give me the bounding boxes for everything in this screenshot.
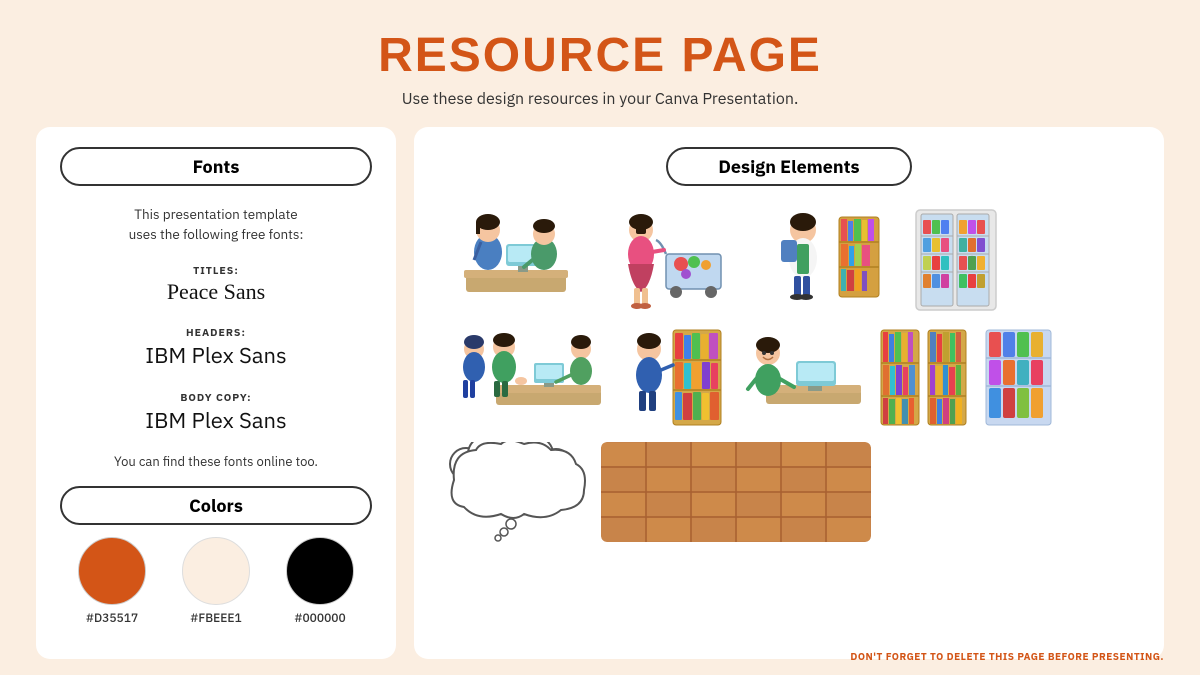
page-subtitle: Use these design resources in your Canva… [402, 89, 799, 109]
canned-goods-illus [981, 325, 1056, 430]
color-hex-black: #000000 [294, 611, 345, 626]
fonts-description: This presentation templateuses the follo… [129, 204, 304, 245]
right-panel: Design Elements [414, 127, 1164, 659]
person-shelves-illus [621, 325, 726, 430]
swatch-orange: #D35517 [78, 537, 146, 626]
body-font-entry: BODY COPY: IBM Plex Sans [145, 386, 286, 435]
left-panel: Fonts This presentation templateuses the… [36, 127, 396, 659]
swatch-black: #000000 [286, 537, 354, 626]
body-font-name: IBM Plex Sans [145, 406, 286, 435]
bookshelf-display-illus [876, 325, 971, 430]
display-case-illus [901, 202, 1011, 317]
thought-bubble-illus [436, 442, 591, 542]
headers-font-name: IBM Plex Sans [145, 341, 286, 370]
page-title: RESOURCE PAGE [378, 28, 822, 83]
design-grid [436, 202, 1142, 643]
tiled-floor-illus [601, 442, 871, 542]
body-font-label: BODY COPY: [180, 390, 251, 404]
cashier-register-illus [736, 325, 866, 430]
title-font-entry: TITLES: Peace Sans [167, 259, 265, 305]
main-content: Fonts This presentation templateuses the… [36, 127, 1164, 659]
design-elements-title: Design Elements [666, 147, 911, 186]
store-clerk-illus [761, 202, 891, 317]
colors-section: Colors #D35517 #FBEEE1 #000000 [60, 486, 372, 626]
colors-header: Colors [60, 486, 372, 525]
cashier-customer-illus [436, 202, 596, 317]
title-font-label: TITLES: [193, 263, 239, 277]
color-hex-cream: #FBEEE1 [190, 611, 241, 626]
title-font-name: Peace Sans [167, 279, 265, 305]
design-row-1 [436, 202, 1142, 317]
fonts-note: You can find these fonts online too. [114, 453, 318, 470]
headers-font-label: HEADERS: [186, 325, 246, 339]
color-hex-orange: #D35517 [86, 611, 138, 626]
color-circle-orange [78, 537, 146, 605]
headers-font-entry: HEADERS: IBM Plex Sans [145, 321, 286, 370]
fonts-header: Fonts [60, 147, 372, 186]
cashier-group-illus [436, 325, 611, 430]
design-elements-header: Design Elements [436, 147, 1142, 190]
design-row-2 [436, 325, 1142, 430]
footer-note: Don't forget to delete this page before … [850, 650, 1164, 663]
shopping-cart-illus [606, 202, 751, 317]
swatch-cream: #FBEEE1 [182, 537, 250, 626]
design-row-3 [436, 442, 1142, 542]
color-circle-black [286, 537, 354, 605]
color-circle-cream [182, 537, 250, 605]
color-swatches: #D35517 #FBEEE1 #000000 [60, 537, 372, 626]
